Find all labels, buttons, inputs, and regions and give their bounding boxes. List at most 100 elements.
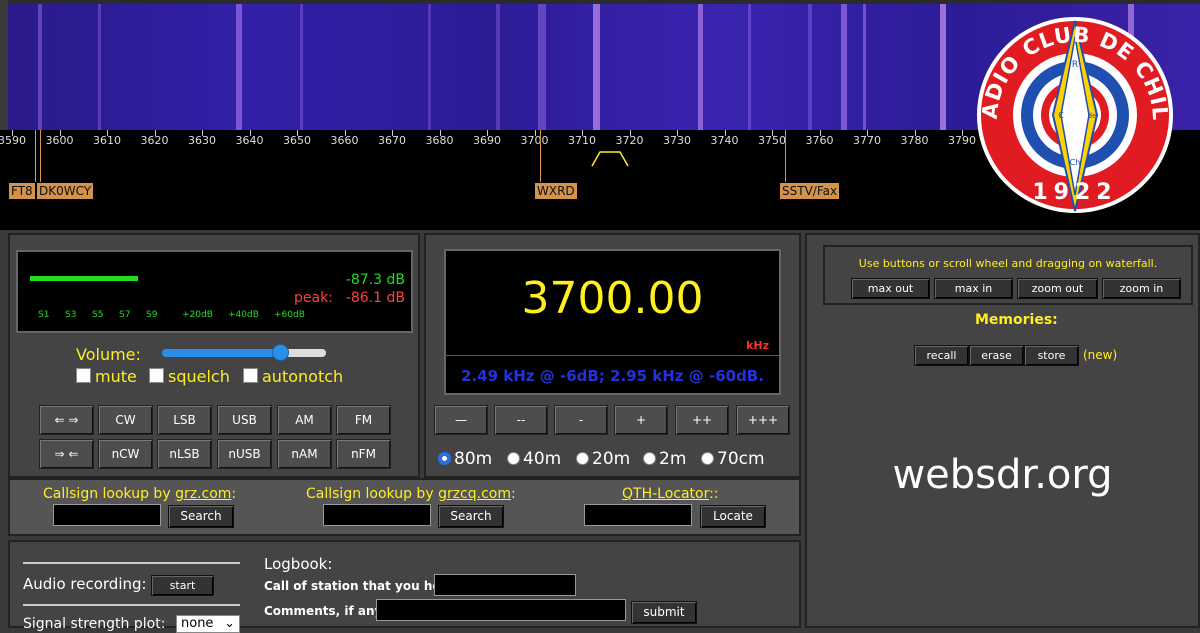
grz-callsign-input[interactable] xyxy=(53,504,161,526)
s-meter-scale-60db: +60dB xyxy=(274,310,305,320)
band-20m-radio[interactable] xyxy=(576,452,589,465)
s-meter-scale-s3: S3 xyxy=(65,310,77,320)
plot-select-value: none xyxy=(181,616,214,631)
scale-tick-label: 3750 xyxy=(758,134,786,147)
mode-nam-button[interactable]: nAM xyxy=(277,439,332,469)
qth-locator-input[interactable] xyxy=(584,504,692,526)
scale-tick-label: 3690 xyxy=(473,134,501,147)
mode-nusb-button[interactable]: nUSB xyxy=(217,439,272,469)
logbook-title: Logbook: xyxy=(264,555,333,573)
recording-divider xyxy=(23,562,240,564)
scale-tick-label: 3710 xyxy=(568,134,596,147)
signal-stripe xyxy=(98,4,101,130)
zoom-hint: Use buttons or scroll wheel and dragging… xyxy=(858,257,1158,270)
band-40m-radio[interactable] xyxy=(507,452,520,465)
tune-down-small-button[interactable]: - xyxy=(554,405,608,435)
svg-text:Ch: Ch xyxy=(1070,158,1081,167)
tune-up-large-button[interactable]: +++ xyxy=(736,405,790,435)
band-40m[interactable]: 40m xyxy=(507,449,561,469)
volume-knob[interactable] xyxy=(272,344,289,361)
widen-bandwidth-button[interactable]: ⇒ ⇐ xyxy=(39,439,94,469)
scale-tick-label: 3620 xyxy=(140,134,169,147)
frequency-display: 3700.00 kHz 2.49 kHz @ -6dB; 2.95 kHz @ … xyxy=(444,249,781,395)
plot-select[interactable]: none ⌄ xyxy=(176,615,240,633)
tune-up-small-button[interactable]: + xyxy=(614,405,668,435)
passband-indicator[interactable] xyxy=(590,148,630,168)
signal-stripe xyxy=(538,4,546,130)
band-80m[interactable]: 80m xyxy=(438,449,492,469)
grz-search-button[interactable]: Search xyxy=(168,505,234,528)
band-70cm-radio[interactable] xyxy=(701,452,714,465)
grz-link[interactable]: grz.com xyxy=(175,486,231,502)
tune-up-medium-button[interactable]: ++ xyxy=(675,405,729,435)
marker-dk0wcy[interactable]: DK0WCY xyxy=(36,182,95,200)
signal-stripe xyxy=(808,4,812,130)
band-20m[interactable]: 20m xyxy=(576,449,630,469)
scale-tick-label: 3760 xyxy=(805,134,834,147)
squelch-option[interactable]: squelch xyxy=(149,367,230,386)
mode-am-button[interactable]: AM xyxy=(277,405,332,435)
grzcq-search-button[interactable]: Search xyxy=(438,505,504,528)
narrow-bandwidth-button[interactable]: ⇐ ⇒ xyxy=(39,405,94,435)
band-80m-radio[interactable] xyxy=(438,452,451,465)
zoom-in-button[interactable]: zoom in xyxy=(1102,278,1181,299)
volume-slider[interactable] xyxy=(162,344,326,361)
scale-tick-label: 3670 xyxy=(378,134,406,147)
scale-tick-label: 3640 xyxy=(235,134,264,147)
signal-strength-plot-label: Signal strength plot: xyxy=(23,616,166,632)
recall-button[interactable]: recall xyxy=(914,345,969,366)
max-out-button[interactable]: max out xyxy=(851,278,930,299)
marker-sstv-fax[interactable]: SSTV/Fax xyxy=(779,182,841,200)
band-40m-label: 40m xyxy=(523,449,562,469)
mode-ncw-button[interactable]: nCW xyxy=(98,439,153,469)
mode-fm-button[interactable]: FM xyxy=(336,405,391,435)
scale-tick-label: 3780 xyxy=(900,134,929,147)
tune-down-medium-button[interactable]: -- xyxy=(494,405,548,435)
signal-stripe xyxy=(593,4,600,130)
erase-button[interactable]: erase xyxy=(969,345,1024,366)
mute-option[interactable]: mute xyxy=(76,367,137,386)
s-meter-peak: -86.1 dB xyxy=(345,290,405,306)
memories-new: (new) xyxy=(1083,348,1118,362)
autonotch-checkbox[interactable] xyxy=(243,368,258,383)
max-in-button[interactable]: max in xyxy=(934,278,1013,299)
logbook-call-input[interactable] xyxy=(434,574,576,596)
frequency-value[interactable]: 3700.00 xyxy=(446,273,779,324)
scale-tick-label: 3790 xyxy=(948,134,976,147)
grzcq-callsign-input[interactable] xyxy=(323,504,431,526)
grzcq-link[interactable]: grzcq.com xyxy=(438,486,511,502)
chevron-down-icon: ⌄ xyxy=(224,616,235,631)
band-2m[interactable]: 2m xyxy=(643,449,686,469)
band-2m-radio[interactable] xyxy=(643,452,656,465)
qth-locator-link[interactable]: QTH-Locator xyxy=(622,486,709,502)
logbook-comments-input[interactable] xyxy=(376,599,626,621)
svg-text:R: R xyxy=(1072,60,1078,70)
logbook-comments-label: Comments, if any: xyxy=(264,604,388,618)
recording-start-button[interactable]: start xyxy=(151,575,214,596)
marker-line xyxy=(540,130,541,182)
autonotch-option[interactable]: autonotch xyxy=(243,367,343,386)
store-button[interactable]: store xyxy=(1024,345,1079,366)
scale-tick-label: 3730 xyxy=(663,134,691,147)
tune-down-large-button[interactable]: — xyxy=(434,405,488,435)
frequency-unit: kHz xyxy=(746,339,769,352)
mode-nlsb-button[interactable]: nLSB xyxy=(157,439,212,469)
s-meter-scale-40db: +40dB xyxy=(228,310,259,320)
marker-line xyxy=(785,130,786,182)
mode-cw-button[interactable]: CW xyxy=(98,405,153,435)
squelch-checkbox[interactable] xyxy=(149,368,164,383)
marker-wxrd[interactable]: WXRD xyxy=(534,182,578,200)
mode-lsb-button[interactable]: LSB xyxy=(157,405,212,435)
logbook-submit-button[interactable]: submit xyxy=(631,601,697,624)
mode-usb-button[interactable]: USB xyxy=(217,405,272,435)
mute-checkbox[interactable] xyxy=(76,368,91,383)
locate-button[interactable]: Locate xyxy=(700,505,766,528)
s-meter-level: -87.3 dB xyxy=(345,272,405,288)
band-70cm[interactable]: 70cm xyxy=(701,449,765,469)
logbook-call-label: Call of station that you hear: xyxy=(264,579,460,593)
marker-ft8[interactable]: FT8 xyxy=(8,182,36,200)
mode-nfm-button[interactable]: nFM xyxy=(336,439,391,469)
signal-stripe xyxy=(698,4,703,130)
zoom-out-button[interactable]: zoom out xyxy=(1017,278,1098,299)
s-meter-bar xyxy=(30,276,138,281)
